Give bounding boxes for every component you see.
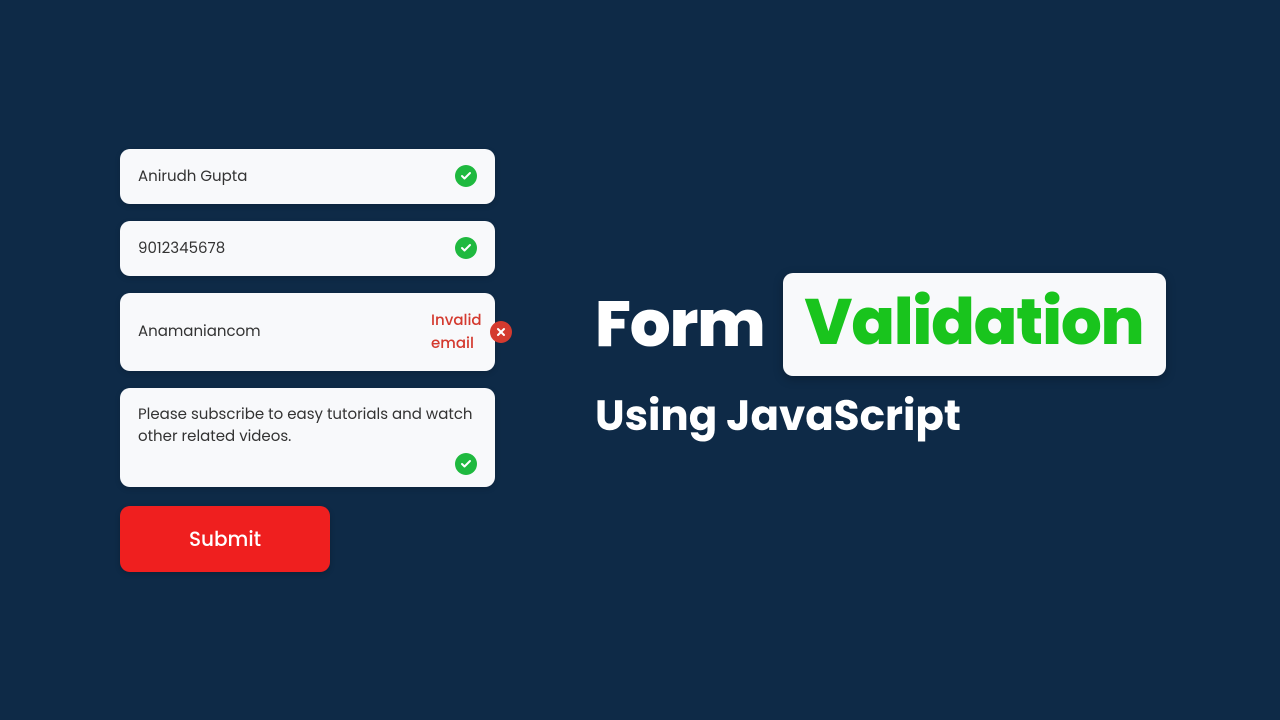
check-circle-icon xyxy=(455,237,477,259)
phone-input[interactable] xyxy=(138,237,455,260)
name-status xyxy=(455,165,477,187)
email-status: Invalid email xyxy=(431,309,512,355)
check-circle-icon xyxy=(455,453,477,475)
heading-word-validation-highlight: Validation xyxy=(783,273,1166,376)
message-status xyxy=(138,453,477,475)
email-input[interactable] xyxy=(138,320,431,343)
phone-field-wrapper xyxy=(120,221,495,276)
heading-column: Form Validation Using JavaScript xyxy=(595,273,1166,447)
check-circle-icon xyxy=(455,165,477,187)
message-field-wrapper xyxy=(120,388,495,487)
name-input[interactable] xyxy=(138,165,455,188)
sub-heading: Using JavaScript xyxy=(595,384,1166,447)
phone-status xyxy=(455,237,477,259)
message-textarea[interactable] xyxy=(138,404,477,449)
form-column: Invalid email Submit xyxy=(120,149,495,572)
x-circle-icon xyxy=(490,321,512,343)
heading-word-form: Form xyxy=(595,277,765,372)
submit-button[interactable]: Submit xyxy=(120,506,330,572)
email-error-text: Invalid email xyxy=(431,309,482,355)
name-field-wrapper xyxy=(120,149,495,204)
email-field-wrapper: Invalid email xyxy=(120,293,495,371)
main-heading: Form Validation xyxy=(595,273,1166,376)
